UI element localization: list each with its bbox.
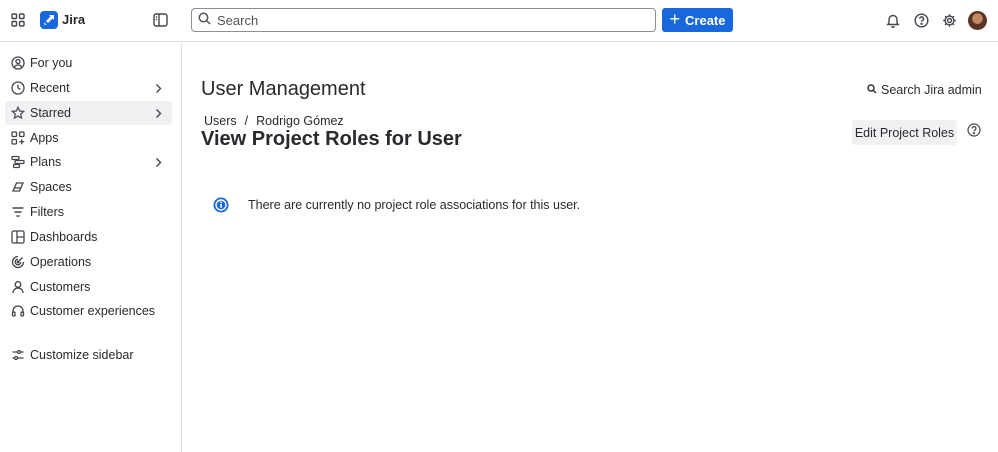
create-button-label: Create [685, 12, 726, 28]
clock-icon [11, 81, 25, 95]
dashboard-icon [11, 230, 25, 244]
top-navigation: Jira + Create [0, 0, 998, 42]
product-name[interactable]: Jira [62, 12, 85, 27]
sidebar-item-label: Recent [30, 81, 70, 95]
sidebar-item-customers[interactable]: Customers [5, 275, 172, 299]
filter-icon [11, 205, 25, 219]
breadcrumb-user-name[interactable]: Rodrigo Gómez [256, 114, 344, 128]
user-avatar[interactable] [968, 11, 987, 30]
search-icon [198, 12, 211, 28]
sidebar-customize[interactable]: Customize sidebar [5, 343, 172, 367]
chevron-right-icon[interactable] [152, 81, 164, 95]
chevron-right-icon[interactable] [152, 106, 164, 120]
sidebar-item-label: Apps [30, 131, 59, 145]
search-field[interactable] [191, 8, 656, 32]
sidebar-item-label: Spaces [30, 180, 72, 194]
sidebar-item-filters[interactable]: Filters [5, 200, 172, 224]
info-icon [213, 197, 229, 213]
sidebar-item-label: Operations [30, 255, 92, 269]
sidebar-item-starred[interactable]: Starred [5, 101, 172, 125]
jira-logo-icon[interactable] [40, 11, 58, 29]
collapse-sidebar-icon[interactable] [150, 10, 170, 30]
spaces-icon [11, 180, 25, 194]
sidebar-item-spaces[interactable]: Spaces [5, 175, 172, 199]
sidebar-item-label: Customers [30, 280, 91, 294]
help-icon[interactable] [966, 122, 982, 138]
headset-icon [11, 304, 25, 318]
sidebar-item-apps[interactable]: Apps [5, 126, 172, 150]
page-heading: User Management [201, 78, 366, 100]
apps-icon [11, 131, 25, 145]
sidebar-item-customer-experiences[interactable]: Customer experiences [5, 299, 172, 323]
plus-icon: + [669, 9, 681, 29]
search-jira-admin-link[interactable]: Search Jira admin [867, 83, 982, 97]
star-icon [11, 106, 25, 120]
breadcrumb-separator: / [244, 114, 249, 128]
breadcrumb: Users / Rodrigo Gómez [204, 114, 344, 128]
sidebar-item-label: Starred [30, 106, 71, 120]
chevron-right-icon[interactable] [152, 155, 164, 169]
sidebar-item-plans[interactable]: Plans [5, 150, 172, 174]
plans-icon [11, 155, 25, 169]
sidebar-item-dashboards[interactable]: Dashboards [5, 225, 172, 249]
person-circle-icon [11, 56, 25, 70]
person-icon [11, 280, 25, 294]
operations-icon [11, 255, 25, 269]
customize-sliders-icon [11, 348, 25, 362]
customize-sidebar-label: Customize sidebar [30, 348, 134, 362]
notifications-bell-icon[interactable] [884, 11, 902, 29]
search-icon [867, 83, 877, 97]
sidebar-item-label: Plans [30, 155, 62, 169]
sidebar-item-label: Filters [30, 205, 65, 219]
create-button[interactable]: + Create [662, 8, 733, 32]
search-jira-admin-label: Search Jira admin [881, 83, 982, 97]
edit-project-roles-button[interactable]: Edit Project Roles [852, 120, 957, 145]
info-message: There are currently no project role asso… [248, 198, 581, 212]
page-title: View Project Roles for User [201, 128, 462, 150]
help-icon[interactable] [912, 11, 930, 29]
app-switcher-icon[interactable] [8, 10, 28, 30]
search-input[interactable] [217, 12, 637, 28]
sidebar-item-recent[interactable]: Recent [5, 76, 172, 100]
sidebar-item-for-you[interactable]: For you [5, 51, 172, 75]
settings-gear-icon[interactable] [940, 11, 958, 29]
sidebar: For you Recent Starred Apps Plans Spaces… [0, 43, 182, 452]
breadcrumb-users[interactable]: Users [204, 114, 237, 128]
sidebar-item-operations[interactable]: Operations [5, 250, 172, 274]
sidebar-item-label: For you [30, 56, 73, 70]
sidebar-item-label: Customer experiences [30, 304, 156, 318]
sidebar-item-label: Dashboards [30, 230, 98, 244]
